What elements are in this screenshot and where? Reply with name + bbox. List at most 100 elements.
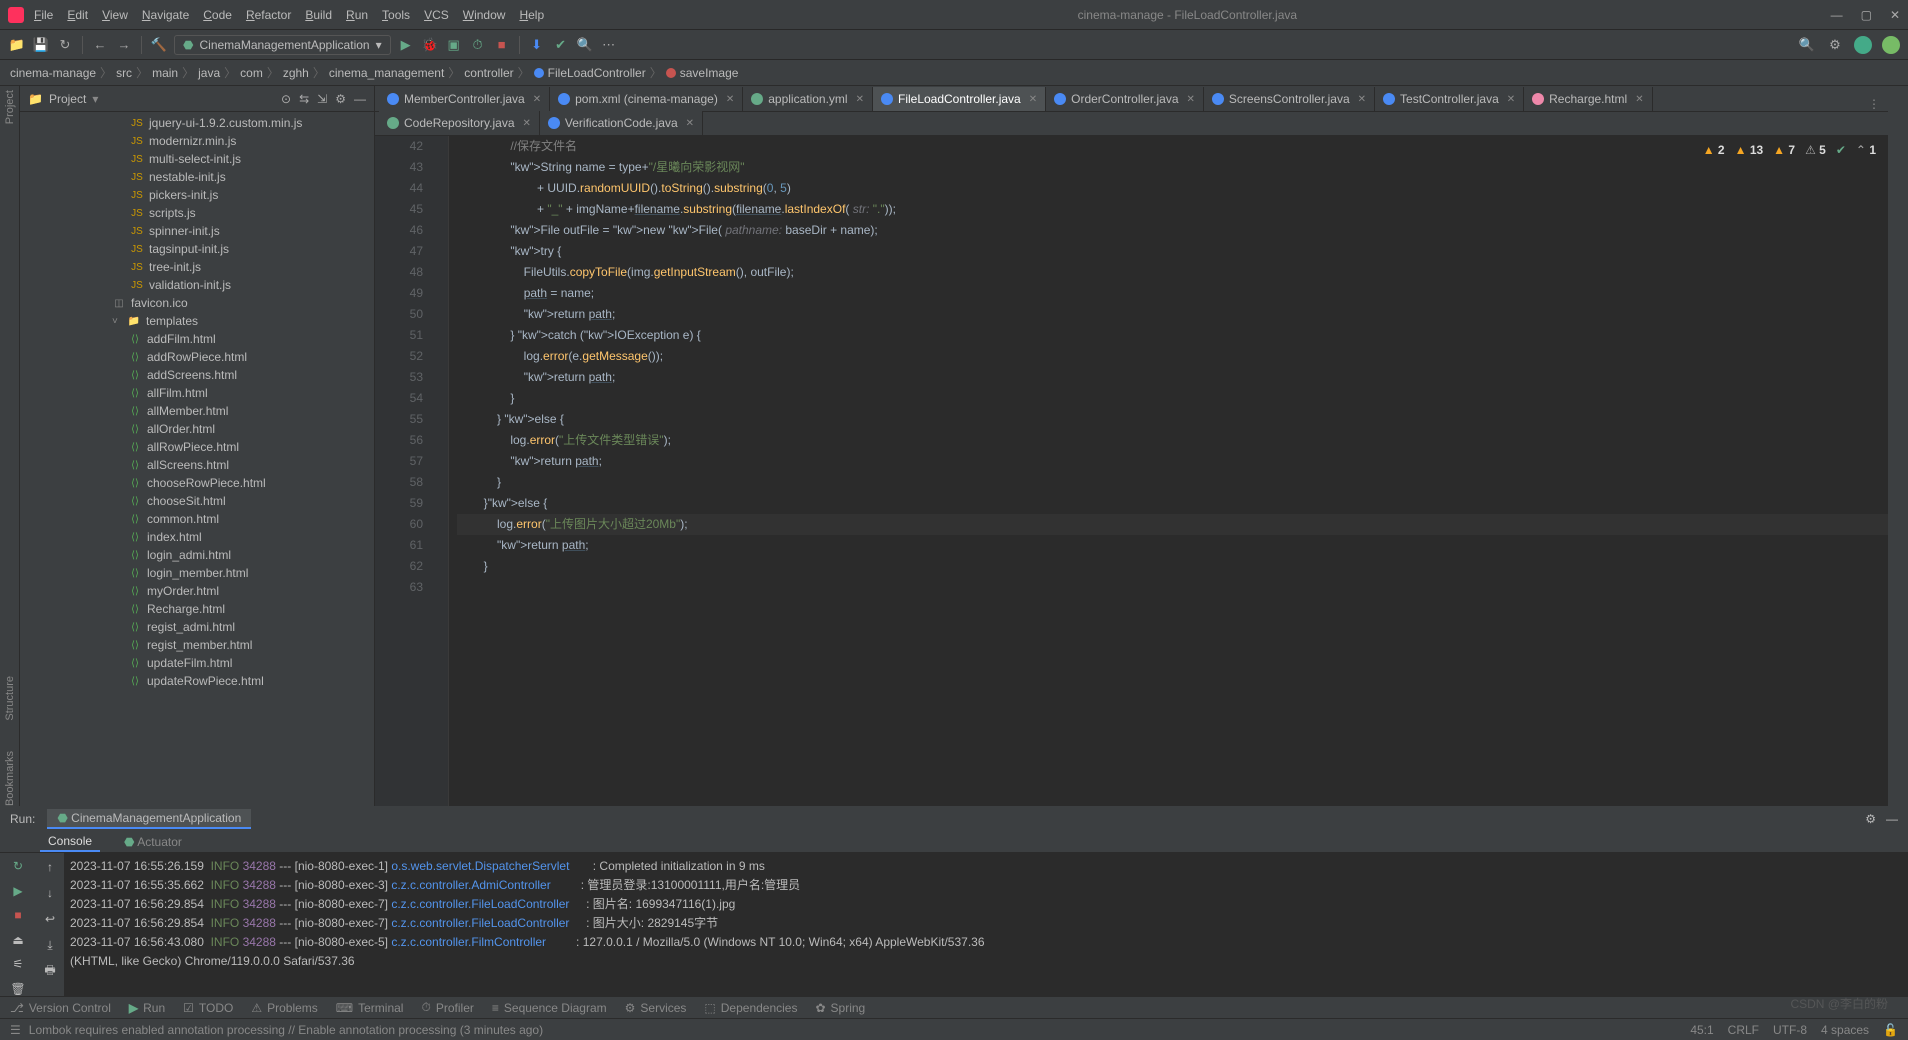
breadcrumb-item[interactable]: zghh: [283, 66, 309, 80]
tree-file[interactable]: ⟨⟩regist_member.html: [20, 636, 374, 654]
project-tree[interactable]: JSjquery-ui-1.9.2.custom.min.jsJSmoderni…: [20, 112, 374, 806]
up-icon[interactable]: ↑: [42, 859, 58, 875]
tree-file[interactable]: ⟨⟩updateFilm.html: [20, 654, 374, 672]
tree-file[interactable]: ⟨⟩myOrder.html: [20, 582, 374, 600]
console-output[interactable]: 2023-11-07 16:55:26.159 INFO 34288 --- […: [64, 853, 1908, 996]
bookmarks-tool-button[interactable]: Bookmarks: [4, 751, 16, 806]
editor-tab[interactable]: FileLoadController.java✕: [873, 87, 1046, 111]
maximize-icon[interactable]: ▢: [1861, 8, 1872, 22]
stop-icon[interactable]: ■: [493, 36, 511, 54]
tree-file[interactable]: ⟨⟩addRowPiece.html: [20, 348, 374, 366]
tree-file[interactable]: ⟨⟩chooseRowPiece.html: [20, 474, 374, 492]
bottom-tool-terminal[interactable]: ⌨Terminal: [336, 1001, 404, 1015]
coverage-icon[interactable]: ▣: [445, 36, 463, 54]
editor-tab[interactable]: OrderController.java✕: [1046, 87, 1204, 111]
readonly-icon[interactable]: 🔓: [1883, 1023, 1898, 1037]
bottom-tool-dependencies[interactable]: ⬚Dependencies: [704, 1001, 797, 1015]
target-icon[interactable]: ⊙: [281, 92, 291, 106]
run-hide-icon[interactable]: ―: [1886, 812, 1898, 826]
tree-file[interactable]: ⟨⟩allMember.html: [20, 402, 374, 420]
tree-file[interactable]: ⟨⟩allOrder.html: [20, 420, 374, 438]
editor-tab[interactable]: TestController.java✕: [1375, 87, 1524, 111]
tree-file[interactable]: ⟨⟩updateRowPiece.html: [20, 672, 374, 690]
tree-file[interactable]: ⟨⟩Recharge.html: [20, 600, 374, 618]
menu-code[interactable]: Code: [203, 8, 232, 22]
tree-file[interactable]: JSmulti-select-init.js: [20, 150, 374, 168]
fold-gutter[interactable]: [435, 136, 449, 806]
expand-icon[interactable]: ⇆: [299, 92, 309, 106]
breadcrumb-item[interactable]: com: [240, 66, 263, 80]
exit-icon[interactable]: ⏏: [10, 933, 26, 948]
editor-tab[interactable]: MemberController.java✕: [379, 87, 550, 111]
editor-tab[interactable]: CodeRepository.java✕: [379, 111, 540, 135]
avatar2-icon[interactable]: [1882, 36, 1900, 54]
tree-file[interactable]: ⟨⟩allRowPiece.html: [20, 438, 374, 456]
tree-file[interactable]: JSspinner-init.js: [20, 222, 374, 240]
stop2-icon[interactable]: ■: [10, 908, 26, 923]
tree-file[interactable]: ⟨⟩regist_admi.html: [20, 618, 374, 636]
menu-vcs[interactable]: VCS: [424, 8, 449, 22]
breadcrumb-item[interactable]: FileLoadController: [534, 66, 646, 80]
tree-file[interactable]: JSscripts.js: [20, 204, 374, 222]
run-settings-icon[interactable]: ⚙: [1865, 812, 1876, 826]
project-tool-button[interactable]: Project: [4, 90, 16, 124]
breadcrumb-item[interactable]: java: [198, 66, 220, 80]
breadcrumb-item[interactable]: cinema-manage: [10, 66, 96, 80]
bottom-tool-version-control[interactable]: ⎇Version Control: [10, 1001, 111, 1015]
tree-file[interactable]: ⟨⟩index.html: [20, 528, 374, 546]
vcs-update-icon[interactable]: ⬇: [528, 36, 546, 54]
tree-file[interactable]: ⟨⟩chooseSit.html: [20, 492, 374, 510]
save-icon[interactable]: 💾: [32, 36, 50, 54]
gear-icon[interactable]: ⚙: [335, 92, 346, 106]
tabs-more-icon[interactable]: ⋮: [1860, 97, 1888, 111]
menu-run[interactable]: Run: [346, 8, 368, 22]
forward-icon[interactable]: →: [115, 36, 133, 54]
actuator-tab[interactable]: ⬣ Actuator: [116, 833, 190, 851]
line-separator[interactable]: CRLF: [1728, 1023, 1759, 1037]
breadcrumb-item[interactable]: saveImage: [666, 66, 739, 80]
bottom-tool-todo[interactable]: ☑TODO: [183, 1001, 233, 1015]
inspection-hints[interactable]: ▲ 2 ▲ 13 ▲ 7 ⚠ 5 ✔ ⌃ 1: [1703, 140, 1876, 161]
trash-icon[interactable]: 🗑: [10, 982, 26, 997]
bottom-tool-run[interactable]: ▶Run: [129, 1001, 165, 1015]
menu-edit[interactable]: Edit: [67, 8, 88, 22]
tree-file[interactable]: JSpickers-init.js: [20, 186, 374, 204]
code-editor[interactable]: 4243444546474849505152535455565758596061…: [375, 136, 1888, 806]
run-app-tab[interactable]: ⬣ CinemaManagementApplication: [47, 809, 251, 829]
hammer-icon[interactable]: 🔨: [150, 36, 168, 54]
bottom-tool-sequence-diagram[interactable]: ≡Sequence Diagram: [492, 1001, 607, 1015]
console-tab[interactable]: Console: [40, 832, 100, 852]
open-icon[interactable]: 📁: [8, 36, 26, 54]
menu-view[interactable]: View: [102, 8, 128, 22]
avatar-icon[interactable]: [1854, 36, 1872, 54]
run2-icon[interactable]: ▶: [10, 884, 26, 899]
encoding[interactable]: UTF-8: [1773, 1023, 1807, 1037]
back-icon[interactable]: ←: [91, 36, 109, 54]
editor-tab[interactable]: pom.xml (cinema-manage)✕: [550, 87, 743, 111]
menu-navigate[interactable]: Navigate: [142, 8, 189, 22]
menu-refactor[interactable]: Refactor: [246, 8, 291, 22]
menu-help[interactable]: Help: [519, 8, 544, 22]
tree-file[interactable]: ⟨⟩allScreens.html: [20, 456, 374, 474]
tree-file[interactable]: ⟨⟩allFilm.html: [20, 384, 374, 402]
tree-file[interactable]: JStree-init.js: [20, 258, 374, 276]
run-config-selector[interactable]: ⬣ CinemaManagementApplication ▾: [174, 35, 391, 55]
editor-tab[interactable]: Recharge.html✕: [1524, 87, 1652, 111]
filter-icon[interactable]: ⚟: [10, 957, 26, 972]
menu-window[interactable]: Window: [463, 8, 506, 22]
collapse-icon[interactable]: ⇲: [317, 92, 327, 106]
tree-file[interactable]: ⟨⟩login_member.html: [20, 564, 374, 582]
tree-file[interactable]: JSnestable-init.js: [20, 168, 374, 186]
bottom-tool-spring[interactable]: ✿Spring: [815, 1001, 865, 1015]
tree-file[interactable]: ⟨⟩common.html: [20, 510, 374, 528]
tree-file[interactable]: JSvalidation-init.js: [20, 276, 374, 294]
structure-tool-button[interactable]: Structure: [4, 676, 16, 721]
tree-file[interactable]: JSmodernizr.min.js: [20, 132, 374, 150]
more-icon[interactable]: ⋯: [600, 36, 618, 54]
search-everywhere-icon[interactable]: 🔍: [1798, 36, 1816, 54]
breadcrumb-item[interactable]: main: [152, 66, 178, 80]
search-icon[interactable]: 🔍: [576, 36, 594, 54]
scroll-icon[interactable]: ⤓: [42, 937, 58, 953]
profile-icon[interactable]: ⏱: [469, 36, 487, 54]
menu-tools[interactable]: Tools: [382, 8, 410, 22]
